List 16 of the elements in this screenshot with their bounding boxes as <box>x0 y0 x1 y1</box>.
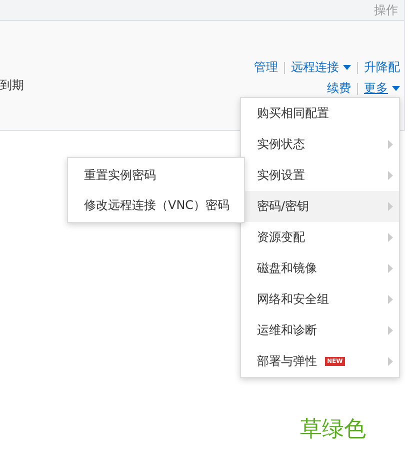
menu-item[interactable]: 重置实例密码 <box>68 160 244 190</box>
menu-item[interactable]: 购买相同配置 <box>241 98 399 129</box>
action-link[interactable]: 管理 <box>254 59 278 76</box>
action-link[interactable]: 远程连接 <box>291 59 351 76</box>
menu-item[interactable]: 网络和安全组 <box>241 284 399 315</box>
menu-item[interactable]: 资源变配 <box>241 222 399 253</box>
action-link[interactable]: 续费 <box>327 80 351 97</box>
menu-item[interactable]: 修改远程连接（VNC）密码 <box>68 190 244 220</box>
menu-item[interactable]: 磁盘和镜像 <box>241 253 399 284</box>
action-link[interactable]: 升降配 <box>364 59 400 76</box>
menu-item[interactable]: 实例状态 <box>241 129 399 160</box>
caption-text: 草绿色 <box>300 416 366 444</box>
column-header: 操作 <box>374 2 398 18</box>
action-link[interactable]: 更多 <box>364 80 400 97</box>
menu-item[interactable]: 运维和诊断 <box>241 315 399 346</box>
expiry-text: 到期 <box>0 77 24 94</box>
